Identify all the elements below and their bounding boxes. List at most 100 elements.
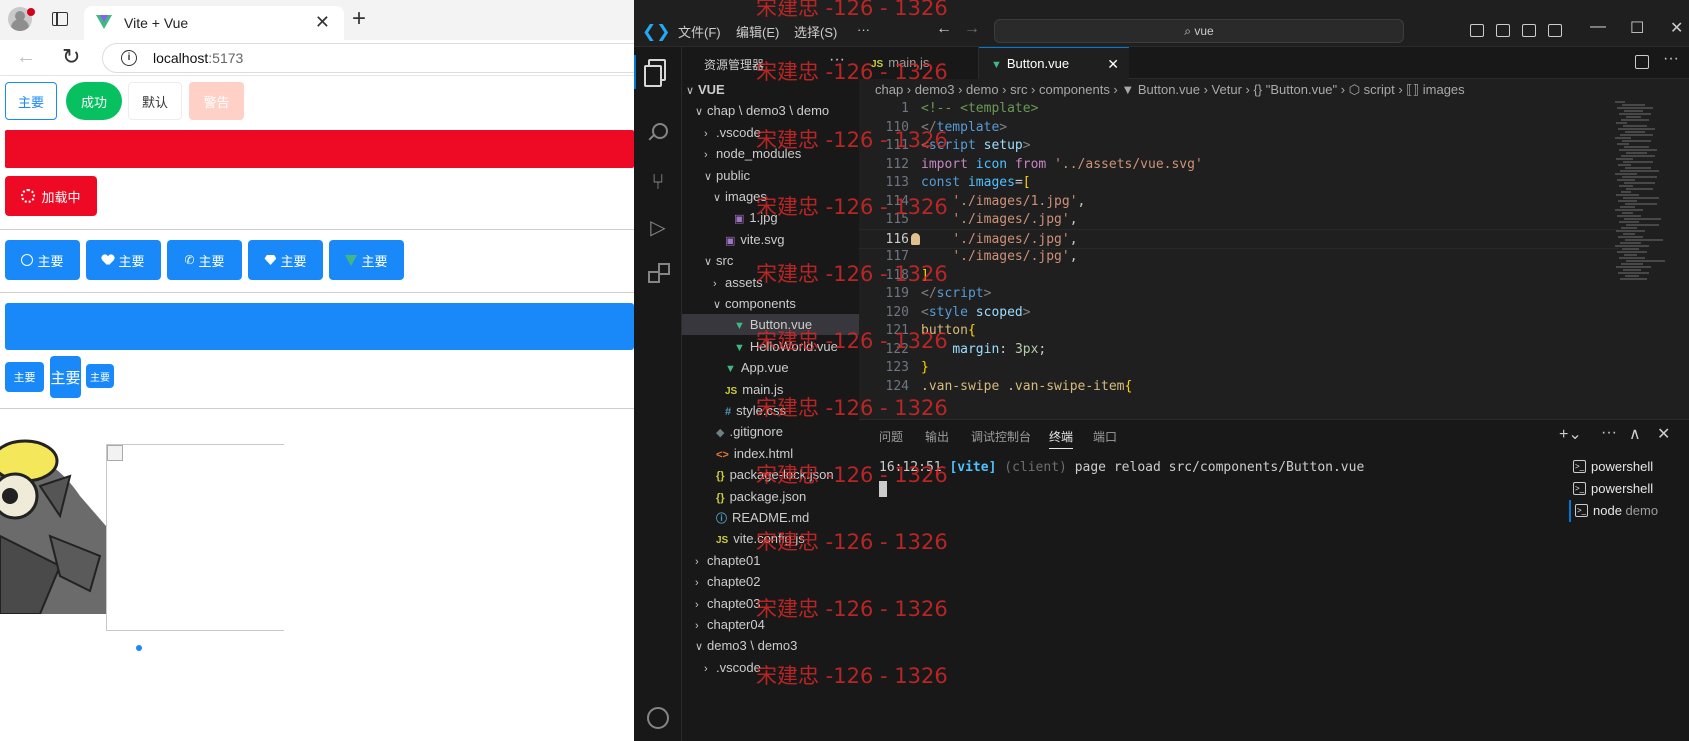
icon-button-phone[interactable]: ✆ 主要 bbox=[167, 240, 242, 280]
close-tab-icon[interactable]: ✕ bbox=[315, 12, 330, 33]
terminal-item[interactable]: >_ powershell bbox=[1569, 478, 1689, 500]
code-line[interactable]: 117 './images/.jpg', bbox=[859, 247, 1619, 267]
tree-item[interactable]: ◆ .gitignore bbox=[682, 421, 859, 442]
terminal-item[interactable]: >_ node demo bbox=[1569, 500, 1689, 522]
primary-block-button[interactable] bbox=[5, 303, 634, 350]
close-tab-icon[interactable]: ✕ bbox=[1107, 48, 1119, 80]
new-tab-button[interactable]: + bbox=[352, 5, 366, 33]
icon-button-vue[interactable]: 主要 bbox=[329, 240, 404, 280]
code-line[interactable]: 123} bbox=[859, 358, 1619, 378]
tree-item[interactable]: ∨ demo3 \ demo3 bbox=[682, 635, 859, 656]
panel-tab-problems[interactable]: 问题 bbox=[879, 428, 903, 445]
icon-button-circle[interactable]: 主要 bbox=[5, 240, 80, 280]
toggle-secondary-sidebar-icon[interactable] bbox=[1522, 24, 1536, 37]
tree-item[interactable]: ⓘ README.md bbox=[682, 507, 859, 528]
customize-layout-icon[interactable] bbox=[1548, 24, 1562, 37]
panel-more-icon[interactable]: ··· bbox=[1601, 424, 1617, 442]
panel-tab-debug-console[interactable]: 调试控制台 bbox=[971, 428, 1031, 445]
tree-item[interactable]: › .vscode bbox=[682, 657, 859, 678]
tree-item[interactable]: ∨ components bbox=[682, 293, 859, 314]
tree-item[interactable]: › chapte03 bbox=[682, 593, 859, 614]
panel-tab-terminal[interactable]: 终端 bbox=[1049, 428, 1074, 449]
tree-item[interactable]: <> index.html bbox=[682, 443, 859, 464]
code-line[interactable]: 120 <style scoped> bbox=[859, 303, 1619, 323]
account-icon[interactable] bbox=[647, 707, 669, 729]
tree-item[interactable]: JS vite.config.js bbox=[682, 528, 859, 549]
minimize-icon[interactable]: — bbox=[1590, 18, 1606, 36]
panel-tab-output[interactable]: 输出 bbox=[925, 428, 949, 445]
terminal-output[interactable]: 16:12:51 [vite] (client) page reload src… bbox=[879, 460, 1364, 475]
tree-item[interactable]: › chapte02 bbox=[682, 571, 859, 592]
large-primary-button[interactable]: 主要 bbox=[50, 356, 81, 398]
url-text[interactable]: localhost:5173 bbox=[153, 50, 243, 66]
run-debug-icon[interactable]: ▷ bbox=[646, 215, 670, 239]
tree-item[interactable]: ∨ chap \ demo3 \ demo bbox=[682, 100, 859, 121]
code-line[interactable]: 116 './images/.jpg', bbox=[859, 228, 1619, 249]
terminal-item[interactable]: >_ powershell bbox=[1569, 456, 1689, 478]
tree-item[interactable]: {} package-lock.json bbox=[682, 464, 859, 485]
code-line[interactable]: 115 './images/.jpg', bbox=[859, 210, 1619, 230]
code-line[interactable]: 121 button{ bbox=[859, 321, 1619, 341]
swipe-indicator-dot[interactable] bbox=[136, 645, 142, 651]
split-editor-icon[interactable] bbox=[1635, 55, 1649, 69]
swipe-image-cartoon[interactable] bbox=[0, 416, 106, 614]
close-panel-icon[interactable]: ✕ bbox=[1657, 424, 1670, 444]
code-line[interactable]: 119 </script> bbox=[859, 284, 1619, 304]
code-line[interactable]: 113 const images=[ bbox=[859, 173, 1619, 193]
tree-item[interactable]: ∨ src bbox=[682, 250, 859, 271]
minimap[interactable] bbox=[1615, 101, 1675, 301]
lightbulb-icon[interactable] bbox=[911, 232, 920, 245]
tree-item[interactable]: ∨ public bbox=[682, 165, 859, 186]
maximize-icon[interactable]: ☐ bbox=[1630, 18, 1644, 38]
tab-button-vue[interactable]: ▼ Button.vue ✕ bbox=[979, 47, 1129, 79]
menu-selection[interactable]: 选择(S) bbox=[794, 22, 837, 41]
icon-button-heart[interactable]: 主要 bbox=[86, 240, 161, 280]
search-icon[interactable] bbox=[646, 121, 670, 145]
loading-button[interactable]: 加载中 bbox=[5, 176, 97, 216]
tree-item[interactable]: ▼ App.vue bbox=[682, 357, 859, 378]
code-line[interactable]: 112 import icon from '../assets/vue.svg' bbox=[859, 155, 1619, 175]
primary-plain-button[interactable]: 主要 bbox=[5, 82, 57, 120]
tree-item[interactable]: ▼ HelloWorld.vue bbox=[682, 336, 859, 357]
address-bar[interactable]: i localhost:5173 bbox=[102, 43, 634, 73]
browser-tab-active[interactable]: Vite + Vue ✕ bbox=[84, 6, 344, 40]
code-line[interactable]: 118] bbox=[859, 266, 1619, 286]
tree-item[interactable]: ∨ VUE bbox=[682, 79, 859, 100]
code-line[interactable]: 111 <script setup> bbox=[859, 136, 1619, 156]
command-center-search[interactable]: ⌕ vue bbox=[994, 19, 1404, 43]
code-line[interactable]: 110 </template> bbox=[859, 118, 1619, 138]
tree-item[interactable]: › chapte01 bbox=[682, 550, 859, 571]
mini-primary-button[interactable]: 主要 bbox=[86, 364, 114, 388]
icon-button-diamond[interactable]: 主要 bbox=[248, 240, 323, 280]
toggle-panel-icon[interactable] bbox=[1496, 24, 1510, 37]
nav-back-icon[interactable]: ← bbox=[936, 20, 952, 38]
more-actions-icon[interactable]: ··· bbox=[829, 51, 845, 69]
menu-more[interactable]: ··· bbox=[857, 22, 870, 37]
tree-item[interactable]: ▼ Button.vue bbox=[682, 314, 859, 336]
source-control-icon[interactable]: ⑂ bbox=[646, 169, 670, 194]
tab-actions-icon[interactable] bbox=[52, 12, 68, 26]
tree-item[interactable]: ▣ 1.jpg bbox=[682, 207, 859, 228]
tree-item[interactable]: {} package.json bbox=[682, 486, 859, 507]
toggle-sidebar-icon[interactable] bbox=[1470, 24, 1484, 37]
default-button[interactable]: 默认 bbox=[128, 82, 182, 120]
code-line[interactable]: 114 './images/1.jpg', bbox=[859, 192, 1619, 212]
tab-main-js[interactable]: JS main.js bbox=[859, 47, 979, 79]
close-window-icon[interactable]: ✕ bbox=[1670, 18, 1683, 38]
small-primary-button[interactable]: 主要 bbox=[5, 362, 44, 392]
tree-item[interactable]: › chapter04 bbox=[682, 614, 859, 635]
tree-item[interactable]: # style.css bbox=[682, 400, 859, 421]
success-round-button[interactable]: 成功 bbox=[66, 82, 122, 120]
menu-file[interactable]: 文件(F) bbox=[678, 22, 721, 41]
extensions-icon[interactable] bbox=[646, 263, 670, 287]
site-info-icon[interactable]: i bbox=[121, 50, 137, 66]
code-line[interactable]: 124 .van-swipe .van-swipe-item{ bbox=[859, 377, 1619, 397]
code-line[interactable]: 1 <!-- <template> bbox=[859, 101, 1619, 119]
reload-icon[interactable]: ↻ bbox=[62, 44, 80, 70]
code-line[interactable]: 122 margin: 3px; bbox=[859, 340, 1619, 360]
breadcrumb[interactable]: chap › demo3 › demo › src › components ›… bbox=[859, 79, 1689, 101]
menu-edit[interactable]: 编辑(E) bbox=[736, 22, 779, 41]
tree-item[interactable]: › assets bbox=[682, 272, 859, 293]
explorer-icon[interactable] bbox=[644, 59, 666, 87]
panel-tab-ports[interactable]: 端口 bbox=[1093, 428, 1117, 445]
